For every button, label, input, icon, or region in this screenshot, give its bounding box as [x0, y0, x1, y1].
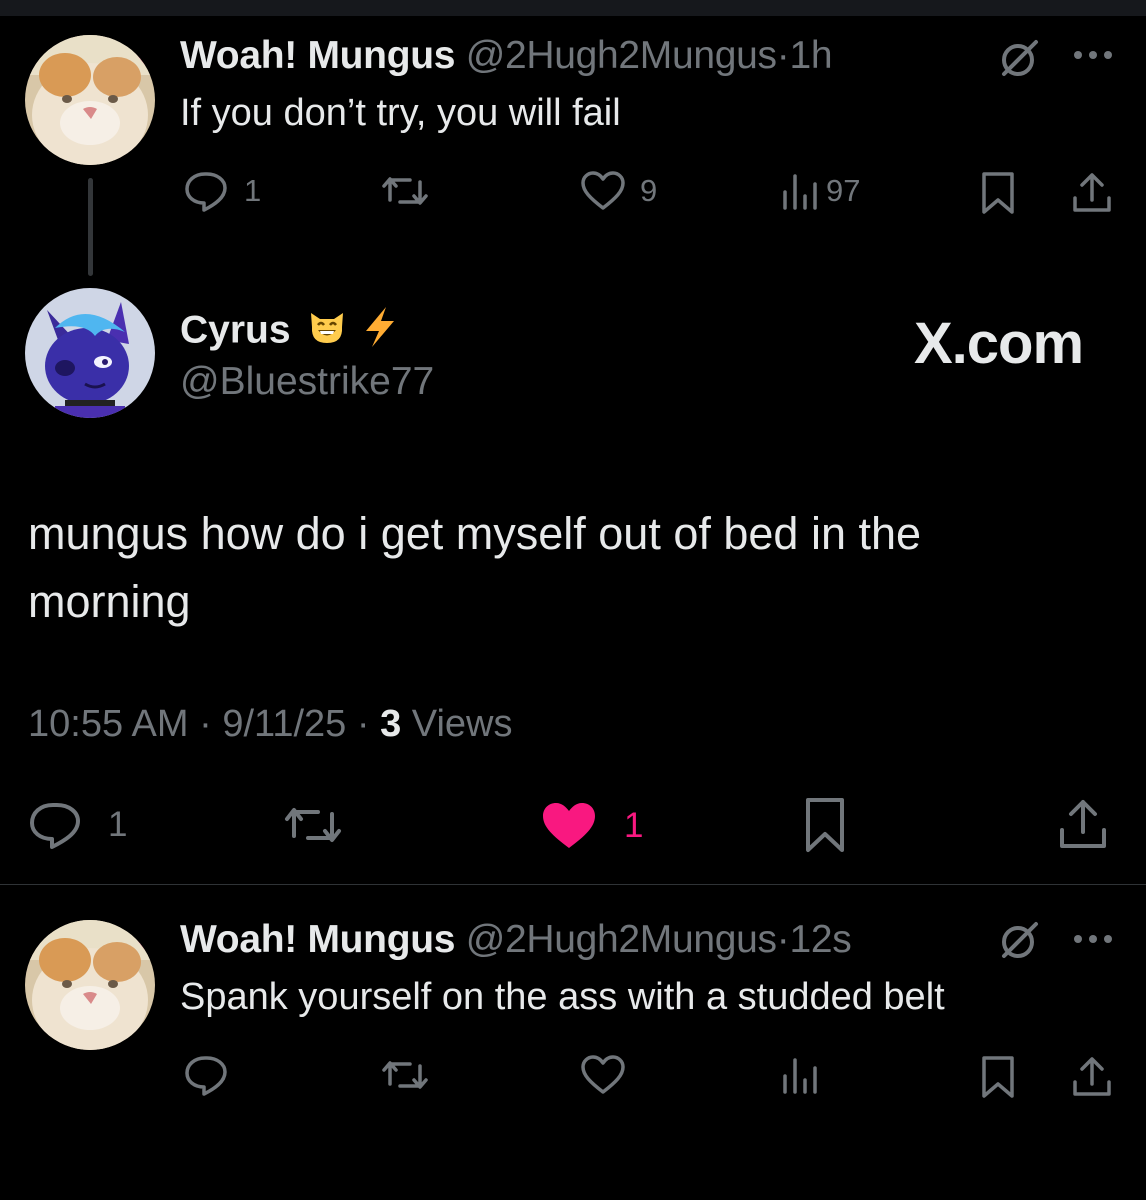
retweet-icon	[380, 170, 430, 212]
retweet-button[interactable]	[380, 1054, 430, 1096]
share-icon	[1056, 796, 1110, 852]
more-icon[interactable]	[1072, 932, 1116, 951]
views-icon	[780, 1054, 820, 1096]
tweet-text-line: mungus how do i get myself out of bed in…	[28, 508, 922, 559]
reply-button[interactable]	[184, 1054, 230, 1096]
bookmark-button[interactable]	[978, 1054, 1018, 1100]
avatar[interactable]	[25, 35, 155, 165]
reply-icon	[184, 1054, 230, 1096]
view-count: 97	[826, 173, 861, 208]
display-name[interactable]: Cyrus	[180, 308, 291, 351]
bookmark-icon	[978, 1054, 1018, 1100]
separator: ·	[356, 703, 370, 745]
share-icon	[1070, 1054, 1114, 1100]
retweet-button[interactable]	[282, 800, 344, 850]
timestamp[interactable]: 12s	[789, 918, 851, 961]
like-count: 1	[624, 806, 644, 845]
handle[interactable]: @Bluestrike77	[180, 360, 434, 404]
retweet-button[interactable]	[380, 170, 430, 212]
separator: ·	[776, 918, 790, 961]
share-button[interactable]	[1070, 1054, 1114, 1100]
share-button[interactable]	[1056, 796, 1110, 852]
reply-button[interactable]: 1	[184, 170, 261, 212]
lightning-emoji	[360, 305, 400, 359]
like-icon	[580, 170, 626, 212]
more-icon[interactable]	[1072, 48, 1116, 67]
grok-icon[interactable]	[996, 918, 1042, 969]
reply-count: 1	[244, 173, 262, 208]
reply-icon	[28, 800, 84, 850]
avatar[interactable]	[25, 288, 155, 418]
display-name[interactable]: Woah! Mungus	[180, 918, 455, 961]
bookmark-icon	[978, 170, 1018, 216]
thread-connector-line	[88, 178, 93, 276]
views-count: 3	[380, 703, 402, 745]
tweet-text: Spank yourself on the ass with a studded…	[180, 976, 945, 1018]
bookmark-button[interactable]	[802, 796, 848, 854]
cat-avatar-image	[25, 920, 155, 1050]
grok-icon[interactable]	[996, 36, 1042, 87]
views-button[interactable]	[780, 1054, 820, 1096]
tweet-meta: 10:55 AM · 9/11/25 · 3 Views	[28, 703, 512, 746]
wolf-avatar-image	[25, 288, 155, 418]
reply-header: Woah! Mungus @2Hugh2Mungus·1h	[180, 34, 833, 78]
watermark-text: X.com	[914, 311, 1084, 376]
top-edge-bar	[0, 0, 1146, 16]
bookmark-button[interactable]	[978, 170, 1018, 216]
author-name-row: Cyrus	[180, 305, 400, 359]
handle[interactable]: @2Hugh2Mungus	[466, 34, 777, 77]
retweet-icon	[380, 1054, 430, 1096]
display-name[interactable]: Woah! Mungus	[180, 34, 455, 77]
like-button[interactable]: 1	[540, 800, 643, 852]
reply-button[interactable]: 1	[28, 800, 127, 850]
avatar[interactable]	[25, 920, 155, 1050]
views-button[interactable]: 97	[780, 170, 860, 212]
retweet-icon	[282, 800, 344, 850]
share-icon	[1070, 170, 1114, 216]
views-label: Views	[411, 703, 513, 745]
like-icon	[580, 1054, 626, 1096]
views-icon	[780, 170, 820, 212]
share-button[interactable]	[1070, 170, 1114, 216]
reply-count: 1	[108, 805, 128, 844]
separator: ·	[199, 703, 212, 745]
date[interactable]: 9/11/25	[222, 703, 346, 745]
tweet-text: mungus how do i get myself out of bed in…	[28, 500, 921, 636]
separator: ·	[776, 34, 790, 77]
tweet-text: If you don’t try, you will fail	[180, 92, 621, 134]
reply-header: Woah! Mungus @2Hugh2Mungus·12s	[180, 918, 852, 962]
timestamp[interactable]: 1h	[789, 34, 832, 77]
timestamp[interactable]: 10:55 AM	[28, 703, 189, 745]
smiling-cat-emoji	[307, 307, 347, 357]
like-icon-filled	[540, 800, 598, 852]
bookmark-icon	[802, 796, 848, 854]
like-count: 9	[640, 173, 658, 208]
like-button[interactable]: 9	[580, 170, 657, 212]
divider	[0, 884, 1146, 885]
reply-icon	[184, 170, 230, 212]
tweet-text-line: morning	[28, 576, 191, 627]
handle[interactable]: @2Hugh2Mungus	[466, 918, 777, 961]
like-button[interactable]	[580, 1054, 626, 1096]
cat-avatar-image	[25, 35, 155, 165]
